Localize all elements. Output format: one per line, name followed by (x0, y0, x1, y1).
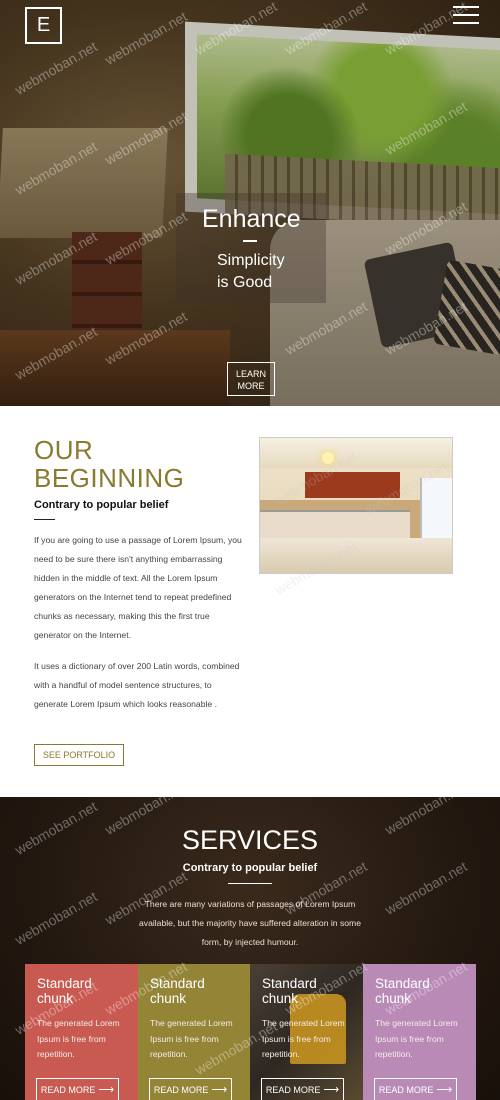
about-interior-image (259, 437, 453, 574)
service-card: Standard chunk The generated Lorem Ipsum… (363, 964, 476, 1100)
service-card-title: Standard chunk (375, 976, 430, 1006)
hero-title: Enhance (202, 205, 301, 233)
service-card: Standard chunk The generated Lorem Ipsum… (25, 964, 138, 1100)
services-divider (228, 883, 272, 884)
service-card-text: The generated Lorem Ipsum is free from r… (37, 1018, 120, 1059)
service-card-text: The generated Lorem Ipsum is free from r… (150, 1018, 233, 1059)
hamburger-menu-icon[interactable] (453, 6, 479, 24)
service-card: Standard chunk The generated Lorem Ipsum… (138, 964, 251, 1100)
read-more-button[interactable]: READ MORE ⟶ (261, 1078, 344, 1100)
read-more-button[interactable]: READ MORE ⟶ (149, 1078, 232, 1100)
arrow-right-icon: ⟶ (211, 1084, 228, 1096)
service-card-text: The generated Lorem Ipsum is free from r… (262, 1018, 345, 1059)
about-paragraph-2: It uses a dictionary of over 200 Latin w… (34, 661, 240, 709)
service-card-title: Standard chunk (262, 976, 317, 1006)
see-portfolio-button[interactable]: SEE PORTFOLIO (34, 744, 124, 766)
arrow-right-icon: ⟶ (436, 1084, 453, 1096)
service-card: Standard chunk The generated Lorem Ipsum… (250, 964, 363, 1100)
service-card-title: Standard chunk (150, 976, 205, 1006)
arrow-right-icon: ⟶ (98, 1084, 115, 1096)
about-divider (34, 519, 55, 520)
about-paragraph-1: If you are going to use a passage of Lor… (34, 535, 242, 640)
arrow-right-icon: ⟶ (323, 1084, 340, 1096)
service-card-text: The generated Lorem Ipsum is free from r… (375, 1018, 458, 1059)
hero-subtitle: Simplicity is Good (217, 252, 285, 291)
service-card-title: Standard chunk (37, 976, 92, 1006)
services-subtitle: Contrary to popular belief (182, 862, 318, 874)
services-title: SERVICES (181, 825, 319, 855)
about-title: OUR BEGINNING (34, 435, 185, 493)
read-more-button[interactable]: READ MORE ⟶ (36, 1078, 119, 1100)
logo[interactable]: E (25, 7, 62, 44)
hero-divider (243, 240, 257, 242)
services-paragraph: There are many variations of passages of… (139, 899, 361, 947)
learn-more-button[interactable]: LEARN MORE (227, 362, 275, 396)
read-more-button[interactable]: READ MORE ⟶ (374, 1078, 457, 1100)
about-subtitle: Contrary to popular belief (34, 499, 169, 511)
